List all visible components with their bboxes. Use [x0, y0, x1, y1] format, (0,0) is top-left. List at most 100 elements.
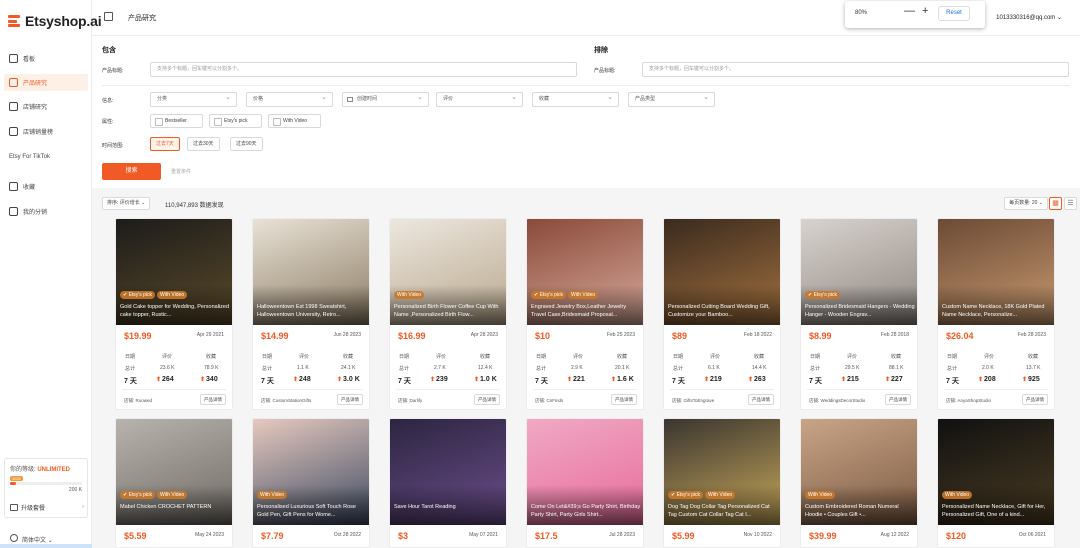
- grid-view-icon[interactable]: ▦: [1049, 197, 1062, 210]
- reviews-total: 23.6 K: [160, 365, 175, 371]
- reviews-7d: 221: [567, 376, 585, 383]
- reviews-7d: 264: [156, 376, 174, 383]
- product-detail-button[interactable]: 产品详情: [337, 394, 363, 405]
- divider: [102, 85, 1070, 86]
- zoom-in-button[interactable]: +: [922, 5, 928, 17]
- sidebar-item-1[interactable]: 产品研究: [4, 74, 88, 91]
- product-card[interactable]: ✔ Etsy's pick Personalized Bridesmaid Han…: [800, 218, 918, 410]
- reviews-total: 1.1 K: [297, 365, 309, 371]
- product-badge: With Video: [705, 491, 736, 499]
- product-card[interactable]: With Video Personalised Luxurious Soft To…: [252, 418, 370, 548]
- category-dropdown[interactable]: 分类: [150, 91, 237, 107]
- sidebar-item-5[interactable]: 收藏: [4, 178, 88, 195]
- product-detail-button[interactable]: 产品详情: [1022, 394, 1048, 405]
- product-title[interactable]: Personalized Cutting Board Wedding Gift,…: [668, 303, 778, 320]
- zoom-level: 80%: [855, 10, 868, 16]
- product-title[interactable]: Personalized Name Necklace, Gift for Her…: [942, 503, 1052, 520]
- sidebar-toggle-icon[interactable]: [104, 12, 113, 21]
- product-title[interactable]: Come On Let&#39;s Go Party Shirt, Birthd…: [531, 503, 641, 520]
- product-type-dropdown[interactable]: 产品类型: [628, 91, 715, 107]
- product-title[interactable]: Mabel Chicken CROCHET PATTERN: [120, 503, 230, 520]
- product-card[interactable]: Personalized Cutting Board Wedding Gift,…: [663, 218, 781, 410]
- upgrade-button[interactable]: 升级套餐 ›: [10, 501, 84, 513]
- shop-name[interactable]: 店铺: CnFinds: [535, 398, 563, 404]
- product-detail-button[interactable]: 产品详情: [748, 394, 774, 405]
- product-title[interactable]: Personalized Bridesmaid Hangers - Weddin…: [805, 303, 915, 320]
- product-title[interactable]: Gold Cake topper for Wedding, Personaliz…: [120, 303, 230, 320]
- product-title[interactable]: Custom Embroidered Roman Numeral Hoodie …: [805, 503, 915, 520]
- time-range-1[interactable]: 过去30天: [187, 137, 220, 151]
- reset-button[interactable]: 重置条件: [171, 168, 191, 175]
- shop-name[interactable]: 店铺: Darlify: [398, 398, 422, 404]
- card-divider: [259, 389, 363, 390]
- reviews-7d: 239: [430, 376, 448, 383]
- product-badge: ✔ Etsy's pick: [805, 291, 841, 299]
- product-title[interactable]: Custom Name Necklace, 18K Gold Plated Na…: [942, 303, 1052, 320]
- product-date: Jul 28 2023: [609, 532, 635, 538]
- product-title[interactable]: Dog Tag Dog Collar Tag Personalized Cat …: [668, 503, 778, 520]
- zoom-out-button[interactable]: —: [904, 5, 915, 17]
- sidebar-item-label: 收藏: [23, 185, 36, 191]
- search-button[interactable]: 搜索: [102, 163, 161, 180]
- shop-name[interactable]: 店铺: CustomStationGifts: [261, 398, 311, 404]
- price-dropdown[interactable]: 价格: [246, 91, 333, 107]
- shop-name[interactable]: 店铺: GiftsToEngrave: [672, 398, 714, 404]
- per-page-dropdown[interactable]: 每页数量: 20 ⌄: [1004, 197, 1048, 210]
- time-range-0[interactable]: 过去7天: [150, 137, 180, 151]
- product-title[interactable]: Personalized Birth Flower Coffee Cup Wit…: [394, 303, 504, 320]
- product-price: $89: [672, 331, 688, 341]
- sidebar-item-2[interactable]: 店铺研究: [4, 98, 88, 115]
- product-card[interactable]: Come On Let&#39;s Go Party Shirt, Birthd…: [526, 418, 644, 548]
- time-range-2[interactable]: 过去90天: [230, 137, 263, 151]
- product-badge: With Video: [394, 291, 425, 299]
- product-detail-button[interactable]: 产品详情: [200, 394, 226, 405]
- product-title[interactable]: Personalised Luxurious Soft Touch Rose G…: [257, 503, 367, 520]
- exclude-title-input[interactable]: 支持多个标题，回车键可以分割多个。: [642, 62, 1069, 77]
- sidebar-item-6[interactable]: 我的分销: [4, 203, 88, 220]
- product-badge: With Video: [157, 291, 188, 299]
- sidebar-item-4[interactable]: Etsy For TikTok: [4, 148, 88, 165]
- plan-usage-bar: [10, 482, 82, 485]
- product-date: Oct 28 2022: [333, 532, 361, 538]
- user-menu[interactable]: 1013330316@qq.com ⌄: [996, 14, 1062, 21]
- reviews-dropdown[interactable]: 评价: [436, 91, 523, 107]
- product-detail-button[interactable]: 产品详情: [885, 394, 911, 405]
- include-title-input[interactable]: 支持多个标题，回车键可以分割多个。: [150, 62, 577, 77]
- product-card[interactable]: ✔ Etsy's pick With Video Dog Tag Dog Colla…: [663, 418, 781, 548]
- with-video-checkbox[interactable]: With Video: [268, 114, 321, 128]
- list-view-icon[interactable]: ☰: [1064, 197, 1077, 210]
- favorites-dropdown[interactable]: 收藏: [532, 91, 619, 107]
- product-title[interactable]: Halloweentown Est 1998 Sweatshirt, Hallo…: [257, 303, 367, 320]
- zoom-reset-button[interactable]: Reset: [938, 6, 970, 21]
- card-divider: [670, 389, 774, 390]
- etsys-pick-checkbox[interactable]: Etsy's pick: [209, 114, 262, 128]
- sidebar-item-3[interactable]: 店铺销量榜: [4, 123, 88, 140]
- shop-name[interactable]: 店铺: Roowed: [124, 398, 152, 404]
- product-card[interactable]: ✔ Etsy's pick With Video Gold Cake topper …: [115, 218, 233, 410]
- stat-header-reviews: 评价: [710, 354, 721, 360]
- language-selector[interactable]: 简体中文 ⌄: [22, 535, 53, 544]
- sidebar-item-0[interactable]: 看板: [4, 50, 88, 67]
- sort-dropdown[interactable]: 排序: 评价增长 ⌄: [102, 197, 151, 210]
- product-detail-button[interactable]: 产品详情: [474, 394, 500, 405]
- product-card[interactable]: With Video Personalized Birth Flower Coff…: [389, 218, 507, 410]
- plan-used-badge: 1022: [10, 476, 23, 481]
- product-card[interactable]: Halloweentown Est 1998 Sweatshirt, Hallo…: [252, 218, 370, 410]
- product-card[interactable]: ✔ Etsy's pick With Video Mabel Chicken CRO…: [115, 418, 233, 548]
- logo[interactable]: Etsyshop.ai: [8, 13, 102, 29]
- product-title[interactable]: Engraved Jewelry Box,Leather Jewelry Tra…: [531, 303, 641, 320]
- product-card[interactable]: With Video Personalized Name Necklace, Gi…: [937, 418, 1055, 548]
- product-price: $19.99: [124, 331, 152, 341]
- product-card[interactable]: Save Hour Tarot Reading $3 May 07 2021: [389, 418, 507, 548]
- shop-name[interactable]: 店铺: AnyaShopStudio: [946, 398, 991, 404]
- product-title[interactable]: Save Hour Tarot Reading: [394, 503, 504, 520]
- bestseller-checkbox[interactable]: Bestseller: [150, 114, 203, 128]
- product-date: Feb 18 2022: [743, 332, 772, 338]
- product-card[interactable]: With Video Custom Embroidered Roman Numer…: [800, 418, 918, 548]
- created-time-dropdown[interactable]: 创建时间: [342, 91, 429, 107]
- stat-header-favorites: 收藏: [754, 354, 765, 360]
- shop-name[interactable]: 店铺: WeddingsDecorStudio: [809, 398, 865, 404]
- product-card[interactable]: ✔ Etsy's pick With Video Engraved Jewelry …: [526, 218, 644, 410]
- product-detail-button[interactable]: 产品详情: [611, 394, 637, 405]
- product-card[interactable]: Custom Name Necklace, 18K Gold Plated Na…: [937, 218, 1055, 410]
